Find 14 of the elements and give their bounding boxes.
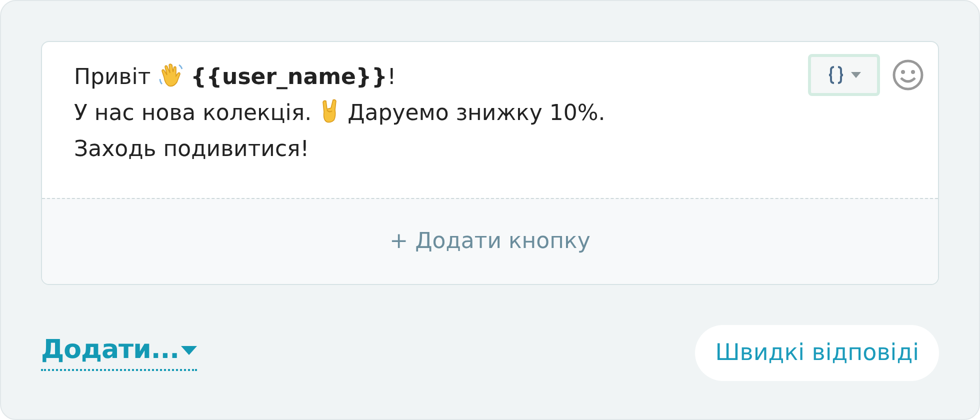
message-text: У нас нова колекція. xyxy=(74,101,312,126)
message-text: Заходь подивитися! xyxy=(74,137,310,162)
message-text: Привіт xyxy=(74,65,151,90)
braces-icon xyxy=(827,65,845,85)
add-button-button[interactable]: + Додати кнопку xyxy=(42,198,938,284)
variable-button[interactable] xyxy=(808,54,880,96)
waving-hand-icon xyxy=(158,62,184,88)
message-text: Даруемо знижку 10%. xyxy=(348,101,606,126)
emoji-icon[interactable] xyxy=(892,59,924,91)
message-text: {{user_name}}! xyxy=(190,65,396,90)
caret-icon xyxy=(851,72,861,78)
quick-replies-button[interactable]: Швидкі відповіді xyxy=(695,325,939,381)
add-menu[interactable]: Додати... xyxy=(41,335,197,371)
caret-icon xyxy=(180,346,197,354)
